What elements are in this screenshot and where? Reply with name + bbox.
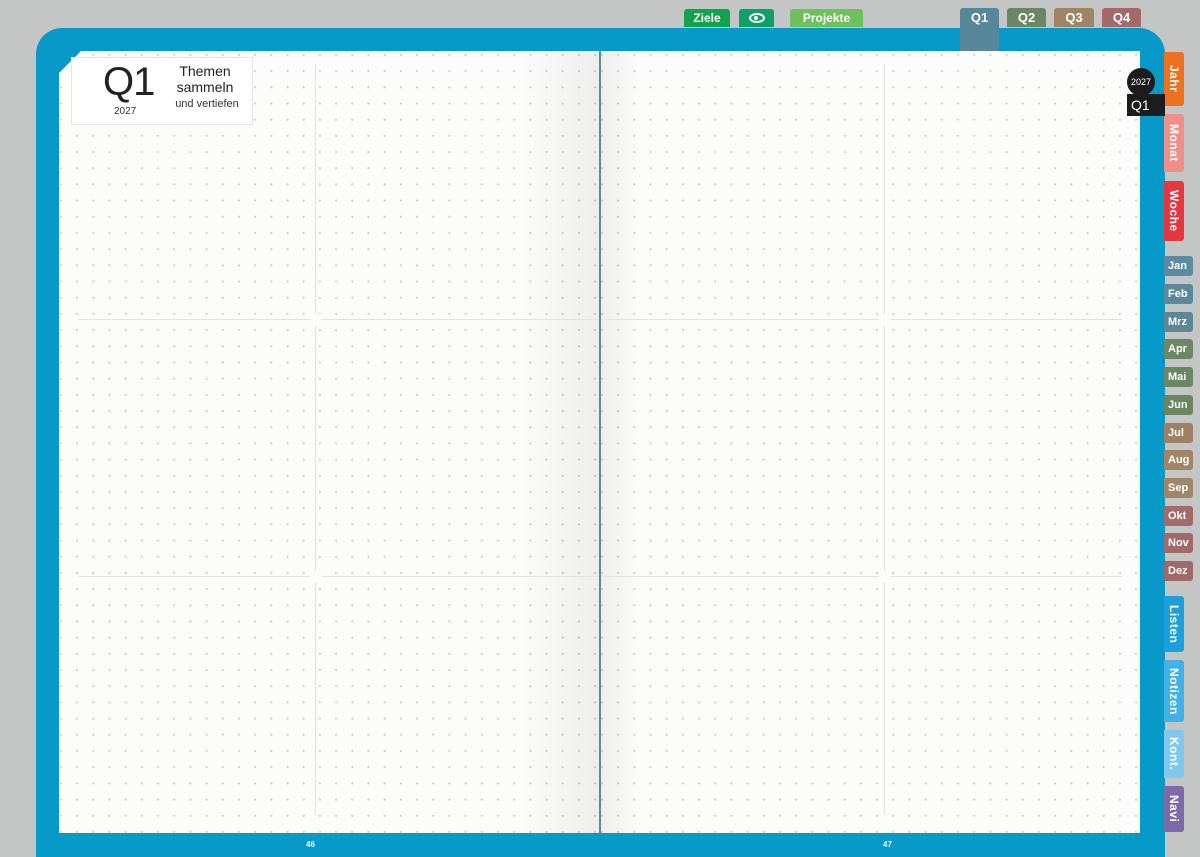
tab-navi-label: Navi	[1167, 795, 1181, 823]
gutter-line	[599, 51, 601, 833]
month-tab-dez[interactable]: Dez	[1164, 561, 1193, 581]
month-tab-aug[interactable]: Aug	[1164, 450, 1193, 470]
grid-gap	[310, 571, 322, 583]
active-quarter-marker	[960, 27, 999, 51]
month-tab-mrz[interactable]: Mrz	[1164, 312, 1193, 332]
page-shadow-left	[520, 51, 600, 833]
tab-q4[interactable]: Q4	[1102, 8, 1141, 27]
right-page	[600, 51, 1140, 833]
tab-listen[interactable]: Listen	[1164, 596, 1184, 652]
grid-gap	[879, 571, 891, 583]
month-tab-sep[interactable]: Sep	[1164, 478, 1193, 498]
quarter-label: Q1	[103, 60, 155, 104]
tab-monat[interactable]: Monat	[1164, 114, 1184, 172]
header-subtitle: und vertiefen	[175, 98, 239, 110]
tab-notizen[interactable]: Notizen	[1164, 660, 1184, 722]
tab-kontakte-label: Kont.	[1167, 737, 1181, 771]
tab-q3[interactable]: Q3	[1054, 8, 1094, 27]
tab-woche-label: Woche	[1167, 190, 1181, 232]
month-tab-feb[interactable]: Feb	[1164, 284, 1193, 304]
month-tab-okt[interactable]: Okt	[1164, 506, 1193, 526]
page-number-left: 46	[306, 840, 315, 849]
grid-gap	[310, 314, 322, 326]
month-tab-mai[interactable]: Mai	[1164, 367, 1193, 387]
planner-spread: Ziele Projekte Q1 Q2 Q3 Q4 Q1 2027 Theme…	[0, 0, 1200, 857]
left-page	[59, 51, 599, 833]
tab-monat-label: Monat	[1167, 124, 1181, 162]
tab-jahr-label: Jahr	[1167, 65, 1181, 93]
tab-view[interactable]	[739, 9, 774, 27]
tab-kontakte[interactable]: Kont.	[1164, 730, 1184, 778]
grid-gap	[879, 314, 891, 326]
tab-q2[interactable]: Q2	[1007, 8, 1046, 27]
tab-jahr[interactable]: Jahr	[1164, 52, 1184, 106]
tab-projekte[interactable]: Projekte	[790, 9, 863, 27]
tab-navi[interactable]: Navi	[1164, 786, 1184, 832]
header-title-line1: Themen	[179, 63, 231, 79]
tab-woche[interactable]: Woche	[1164, 181, 1184, 241]
month-tab-apr[interactable]: Apr	[1164, 339, 1193, 359]
grid-line-v1	[315, 64, 316, 815]
eye-icon	[748, 12, 765, 23]
page-shadow-right	[600, 51, 640, 833]
current-quarter-badge: Q1	[1127, 94, 1165, 116]
tab-q1[interactable]: Q1	[960, 8, 999, 27]
tab-notizen-label: Notizen	[1167, 667, 1181, 715]
month-tab-jan[interactable]: Jan	[1164, 256, 1193, 276]
month-tab-jun[interactable]: Jun	[1164, 395, 1193, 415]
month-tab-jul[interactable]: Jul	[1164, 423, 1193, 443]
month-tab-nov[interactable]: Nov	[1164, 533, 1193, 553]
current-year-badge: 2027	[1127, 68, 1155, 96]
tab-listen-label: Listen	[1167, 604, 1181, 644]
quarter-year: 2027	[114, 106, 137, 117]
tab-ziele[interactable]: Ziele	[684, 9, 730, 27]
page-number-right: 47	[883, 840, 892, 849]
quarter-header: Q1 2027 Themen sammeln und vertiefen	[71, 57, 253, 125]
header-title-line2: sammeln	[176, 79, 234, 95]
header-title: Themen sammeln	[162, 63, 248, 95]
grid-line-v2	[884, 64, 885, 815]
